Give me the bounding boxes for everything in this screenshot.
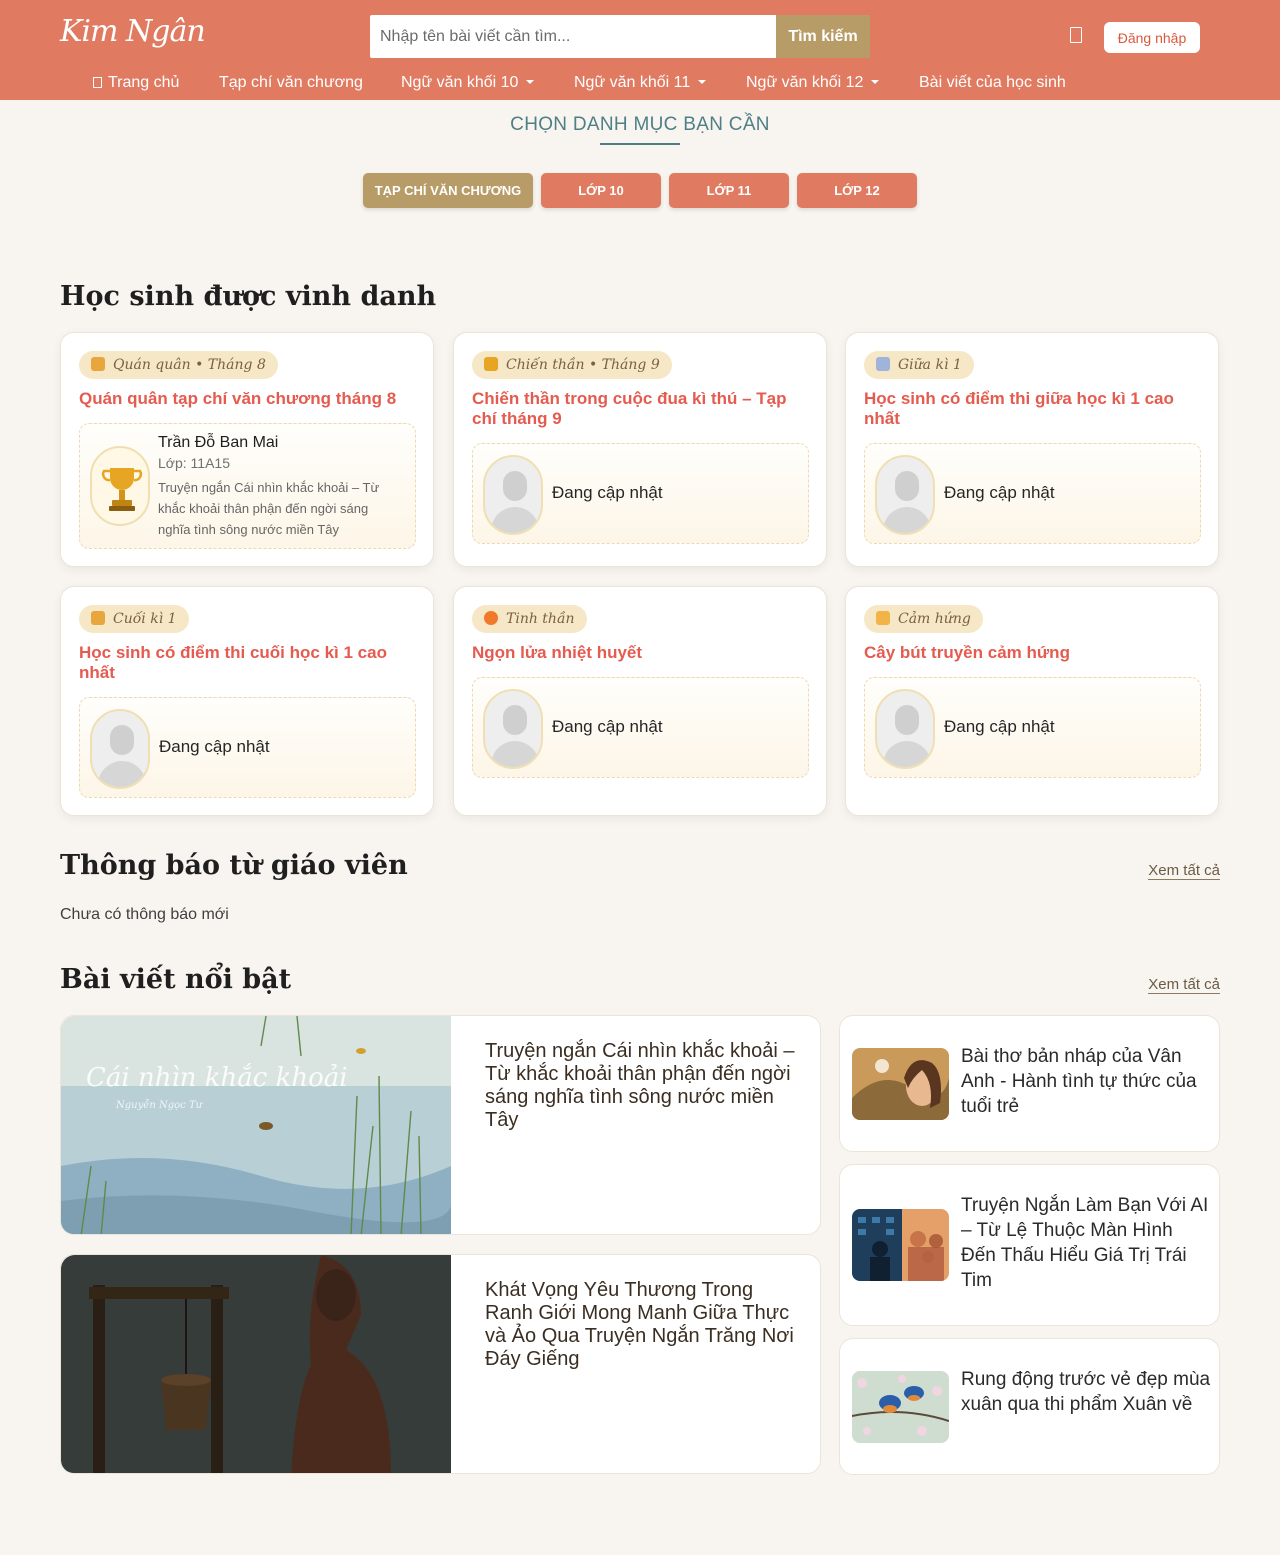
pending-text: Đang cập nhật [552,483,663,502]
honor-card[interactable]: Cuối kì 1 Học sinh có điểm thi cuối học … [60,586,434,816]
pending-text: Đang cập nhật [552,717,663,736]
honor-badge: Cảm hứng [864,605,983,633]
notification-icon[interactable] [1070,27,1082,43]
category-underline [600,143,680,145]
chevron-down-icon [871,80,880,84]
nav-grade-11[interactable]: Ngữ văn khối 11 [574,74,707,92]
honor-card[interactable]: Tinh thần Ngọn lửa nhiệt huyết Đang cập … [453,586,827,816]
announcements-empty: Chưa có thông báo mới [60,906,229,923]
honor-badge: Quán quân • Tháng 8 [79,351,278,379]
honor-badge: Cuối kì 1 [79,605,189,633]
nav-grade-12[interactable]: Ngữ văn khối 12 [746,74,880,92]
nav-home[interactable]: Trang chủ [93,74,179,92]
post-thumbnail [852,1048,949,1120]
post-thumbnail [852,1371,949,1443]
search-button[interactable]: Tìm kiếm [776,15,870,58]
winner-box: Đang cập nhật [472,443,809,544]
featured-post-card-small[interactable]: Truyện Ngắn Làm Bạn Với AI – Từ Lệ Thuộc… [839,1164,1220,1326]
trophy-icon [90,446,150,526]
honor-heading: Học sinh có điểm thi giữa học kì 1 cao n… [864,389,1174,428]
main-nav: Trang chủ Tạp chí văn chương Ngữ văn khố… [0,74,1280,96]
post-thumbnail [61,1255,451,1473]
winner-box: Trần Đỗ Ban Mai Lớp: 11A15 Truyện ngắn C… [79,423,416,549]
honor-card[interactable]: Chiến thần • Tháng 9 Chiến thần trong cu… [453,332,827,567]
winner-box: Đang cập nhật [472,677,809,778]
post-title: Truyện Ngắn Làm Bạn Với AI – Từ Lệ Thuộc… [961,1195,1209,1291]
avatar-placeholder-icon [483,455,543,535]
post-title: Rung động trước vẻ đẹp mùa xuân qua thi … [961,1369,1211,1415]
honor-card[interactable]: Giữa kì 1 Học sinh có điểm thi giữa học … [845,332,1219,567]
post-title: Truyện ngắn Cái nhìn khắc khoải – Từ khắ… [485,1040,795,1131]
site-logo[interactable]: Kim Ngân [60,14,206,49]
avatar-placeholder-icon [90,709,150,789]
writing-hand-icon [876,611,890,625]
post-title: Khát Vọng Yêu Thương Trong Ranh Giới Mon… [485,1279,794,1370]
post-thumbnail: Cái nhìn khắc khoải Nguyễn Ngọc Tư [61,1016,451,1234]
home-icon [93,77,102,88]
category-title: CHỌN DANH MỤC BẠN CẦN [510,114,770,135]
search-input[interactable] [370,15,776,58]
nav-grade-10[interactable]: Ngữ văn khối 10 [401,74,535,92]
honor-badge: Chiến thần • Tháng 9 [472,351,672,379]
pending-text: Đang cập nhật [944,717,1055,736]
medal-icon [91,611,105,625]
category-magazine-button[interactable]: TẠP CHÍ VĂN CHƯƠNG [363,173,533,208]
post-thumbnail [852,1209,949,1281]
featured-post-card-small[interactable]: Rung động trước vẻ đẹp mùa xuân qua thi … [839,1338,1220,1475]
honor-heading: Ngọn lửa nhiệt huyết [472,643,643,662]
featured-post-card-small[interactable]: Bài thơ bản nháp của Vân Anh - Hành tình… [839,1015,1220,1152]
trophy-icon [484,357,498,371]
thumb-title-text: Cái nhìn khắc khoải [86,1062,348,1093]
chevron-down-icon [526,80,535,84]
category-grade-12-button[interactable]: LỚP 12 [797,173,917,208]
pending-text: Đang cập nhật [944,483,1055,502]
honor-badge: Giữa kì 1 [864,351,974,379]
fire-icon [484,611,498,625]
featured-post-card[interactable]: Cái nhìn khắc khoải Nguyễn Ngọc Tư Truyệ… [60,1015,821,1235]
honor-card[interactable]: Quán quân • Tháng 8 Quán quân tạp chí vă… [60,332,434,567]
avatar-placeholder-icon [875,689,935,769]
honor-heading: Quán quân tạp chí văn chương tháng 8 [79,389,397,408]
announcements-see-all-link[interactable]: Xem tất cả [1148,862,1220,880]
featured-see-all-link[interactable]: Xem tất cả [1148,976,1220,994]
category-grade-11-button[interactable]: LỚP 11 [669,173,789,208]
winner-description[interactable]: Truyện ngắn Cái nhìn khắc khoải – Từ khắ… [158,477,403,540]
chevron-down-icon [698,80,707,84]
category-grade-10-button[interactable]: LỚP 10 [541,173,661,208]
thumb-author-text: Nguyễn Ngọc Tư [115,1100,204,1111]
chart-icon [876,357,890,371]
post-title: Bài thơ bản nháp của Vân Anh - Hành tình… [961,1046,1197,1117]
honor-card[interactable]: Cảm hứng Cây bút truyền cảm hứng Đang cậ… [845,586,1219,816]
login-button[interactable]: Đăng nhập [1104,22,1200,53]
nav-magazine[interactable]: Tạp chí văn chương [219,74,363,92]
nav-student-posts[interactable]: Bài viết của học sinh [919,74,1066,92]
winner-box: Đang cập nhật [864,443,1201,544]
winner-box: Đang cập nhật [79,697,416,798]
winner-name: Trần Đỗ Ban Mai [158,434,279,451]
pending-text: Đang cập nhật [159,737,270,756]
winner-box: Đang cập nhật [864,677,1201,778]
featured-title: Bài viết nổi bật [60,964,292,995]
honors-title: Học sinh được vinh danh [60,281,437,312]
honor-heading: Chiến thần trong cuộc đua kì thú – Tạp c… [472,389,787,428]
honor-heading: Cây bút truyền cảm hứng [864,643,1070,662]
honor-badge: Tinh thần [472,605,587,633]
avatar-placeholder-icon [483,689,543,769]
honor-heading: Học sinh có điểm thi cuối học kì 1 cao n… [79,643,387,682]
medal-icon [91,357,105,371]
avatar-placeholder-icon [875,455,935,535]
announcements-title: Thông báo từ giáo viên [60,850,408,881]
search-bar: Tìm kiếm [370,15,870,58]
site-header: Kim Ngân Tìm kiếm Đăng nhập Trang chủ Tạ… [0,0,1280,100]
winner-class: Lớp: 11A15 [158,455,230,471]
featured-post-card[interactable]: Khát Vọng Yêu Thương Trong Ranh Giới Mon… [60,1254,821,1474]
